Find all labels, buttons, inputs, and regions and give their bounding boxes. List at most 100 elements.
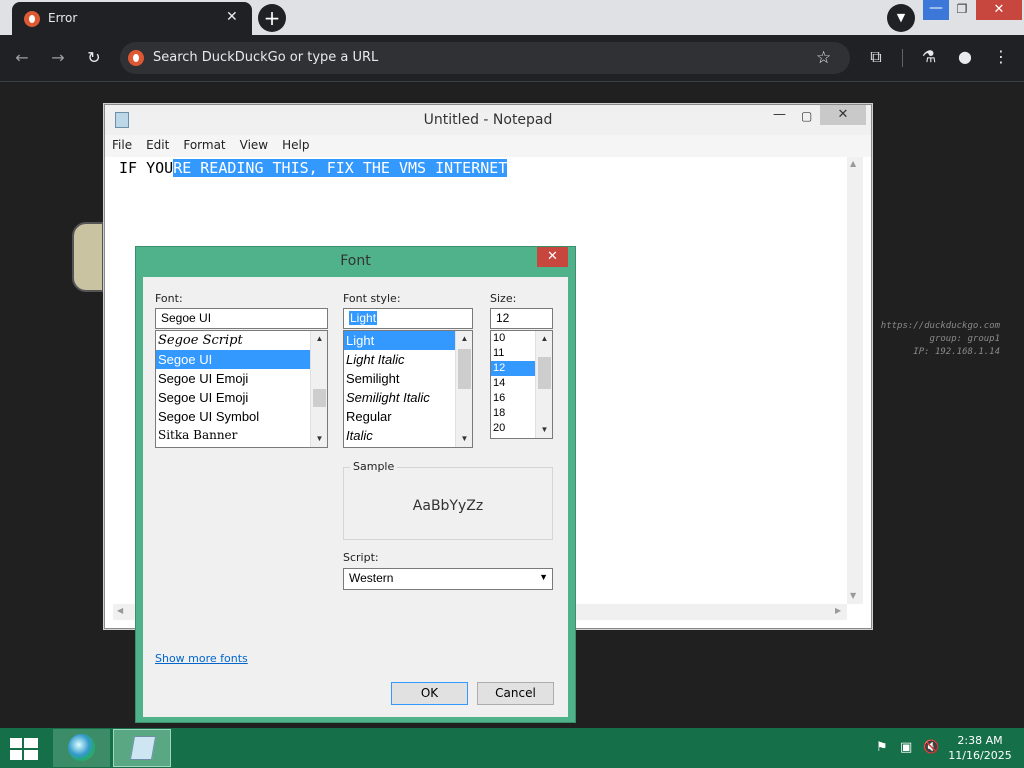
- omnibox-placeholder: Search DuckDuckGo or type a URL: [153, 50, 379, 65]
- browser-toolbar: ← → ↻ Search DuckDuckGo or type a URL ☆ …: [0, 35, 1024, 82]
- ok-button[interactable]: OK: [391, 682, 468, 705]
- address-bar[interactable]: Search DuckDuckGo or type a URL ☆: [120, 42, 850, 74]
- scroll-thumb[interactable]: [458, 349, 471, 389]
- cancel-button[interactable]: Cancel: [477, 682, 554, 705]
- font-list-item-selected[interactable]: Segoe UI: [156, 350, 327, 369]
- scroll-up-icon[interactable]: ▲: [536, 332, 552, 346]
- extensions-icon[interactable]: ⧉: [866, 49, 886, 65]
- close-icon: ✕: [547, 249, 558, 264]
- tab-close-icon[interactable]: ✕: [226, 9, 238, 25]
- style-list-item-selected[interactable]: Light: [344, 331, 472, 350]
- menu-edit[interactable]: Edit: [139, 135, 176, 152]
- bginfo-panel: https://duckduckgo.com group: group1 IP:…: [881, 320, 1000, 359]
- font-list-scrollbar[interactable]: ▲ ▼: [310, 331, 327, 447]
- menu-view[interactable]: View: [233, 135, 275, 152]
- desktop-recycle-bin-icon[interactable]: [72, 222, 104, 292]
- style-list-item[interactable]: Italic: [344, 426, 472, 445]
- size-list[interactable]: 10 11 12 14 16 18 20 ▲ ▼: [490, 330, 553, 439]
- windows-pane: [24, 750, 38, 760]
- new-tab-button[interactable]: +: [258, 4, 286, 32]
- size-input[interactable]: 12: [490, 308, 553, 329]
- bginfo-ip: IP: 192.168.1.14: [913, 347, 1000, 357]
- font-list-item[interactable]: Sitka Banner: [156, 426, 327, 445]
- browser-close-button[interactable]: ✕: [976, 0, 1022, 20]
- taskbar: ⚑ ▣ 🔇 2:38 AM 11/16/2025: [0, 728, 1024, 768]
- bginfo-url: https://duckduckgo.com: [880, 321, 1000, 331]
- labs-flask-icon[interactable]: ⚗: [919, 49, 939, 65]
- taskbar-notepad-app[interactable]: [113, 729, 171, 767]
- font-name-input[interactable]: Segoe UI: [155, 308, 328, 329]
- forward-icon[interactable]: →: [48, 50, 68, 66]
- scroll-down-icon[interactable]: ▼: [536, 423, 552, 437]
- scroll-up-icon[interactable]: ▲: [311, 332, 327, 346]
- style-list-item[interactable]: Light Italic: [344, 350, 472, 369]
- notepad-maximize-icon[interactable]: ▢: [801, 109, 812, 123]
- font-style-input[interactable]: Light: [343, 308, 473, 329]
- windows-pane: [10, 750, 22, 760]
- font-list-item[interactable]: Segoe Script: [156, 331, 327, 350]
- size-label: Size:: [490, 292, 517, 305]
- selected-text: RE READING THIS, FIX THE VMS INTERNET: [173, 159, 508, 177]
- notepad-minimize-icon[interactable]: —: [773, 107, 786, 122]
- script-select[interactable]: Western ▼: [343, 568, 553, 590]
- font-dialog-close-button[interactable]: ✕: [537, 247, 568, 267]
- font-list-item[interactable]: Segoe UI Symbol: [156, 407, 327, 426]
- font-style-list[interactable]: Light Light Italic Semilight Semilight I…: [343, 330, 473, 448]
- script-label: Script:: [343, 551, 379, 564]
- browser-tab[interactable]: Error ✕: [12, 2, 252, 35]
- menu-help[interactable]: Help: [275, 135, 316, 152]
- font-style-value: Light: [349, 311, 378, 325]
- font-dialog-body: Font: Segoe UI Segoe Script Segoe UI Seg…: [143, 277, 568, 717]
- font-list-item[interactable]: Segoe UI Emoji: [156, 388, 327, 407]
- clock-date: 11/16/2025: [948, 749, 1012, 762]
- menu-kebab-icon[interactable]: ⋮: [991, 49, 1011, 65]
- notepad-title-bar[interactable]: Untitled - Notepad — ▢ ✕: [105, 105, 871, 135]
- back-icon[interactable]: ←: [12, 50, 32, 66]
- scroll-down-icon[interactable]: ▼: [456, 432, 472, 446]
- notepad-vertical-scrollbar[interactable]: ▲ ▼: [847, 157, 863, 604]
- restore-icon: ❐: [956, 2, 968, 16]
- scroll-up-icon[interactable]: ▲: [456, 332, 472, 346]
- windows-pane: [24, 738, 38, 748]
- minimize-button[interactable]: —: [923, 0, 949, 20]
- scroll-down-icon[interactable]: ▼: [850, 591, 856, 600]
- font-dialog-title[interactable]: Font: [136, 247, 575, 275]
- plus-icon: +: [263, 6, 281, 30]
- show-more-fonts-link[interactable]: Show more fonts: [155, 652, 248, 665]
- style-list-scrollbar[interactable]: ▲ ▼: [455, 331, 472, 447]
- tab-title: Error: [48, 11, 78, 25]
- script-value: Western: [349, 571, 394, 585]
- notepad-close-button[interactable]: ✕: [820, 105, 866, 125]
- minimize-icon: —: [929, 0, 943, 16]
- scroll-thumb[interactable]: [538, 357, 551, 389]
- browser-tab-strip: Error ✕ + ▼ — ❐ ✕: [0, 0, 1024, 35]
- bookmark-star-icon[interactable]: ☆: [816, 48, 831, 68]
- style-list-item[interactable]: Semilight Italic: [344, 388, 472, 407]
- network-icon[interactable]: ▣: [900, 740, 912, 755]
- font-list[interactable]: Segoe Script Segoe UI Segoe UI Emoji Seg…: [155, 330, 328, 448]
- tab-search-button[interactable]: ▼: [887, 4, 915, 32]
- chrome-icon: [68, 734, 95, 761]
- profile-icon[interactable]: ●: [955, 49, 975, 65]
- flag-icon[interactable]: ⚑: [876, 740, 888, 755]
- scroll-right-icon[interactable]: ▶: [835, 606, 841, 615]
- style-list-item[interactable]: Regular: [344, 407, 472, 426]
- menu-file[interactable]: File: [105, 135, 139, 152]
- scroll-left-icon[interactable]: ◀: [117, 606, 123, 615]
- sample-label: Sample: [350, 460, 398, 473]
- scroll-up-icon[interactable]: ▲: [850, 159, 856, 168]
- close-icon: ✕: [993, 2, 1005, 17]
- taskbar-browser-app[interactable]: [53, 729, 110, 767]
- menu-format[interactable]: Format: [176, 135, 232, 152]
- taskbar-clock[interactable]: 2:38 AM 11/16/2025: [944, 733, 1016, 763]
- style-list-item[interactable]: Semilight: [344, 369, 472, 388]
- reload-icon[interactable]: ↻: [84, 50, 104, 66]
- windows-pane: [10, 738, 22, 748]
- size-list-scrollbar[interactable]: ▲ ▼: [535, 331, 552, 438]
- font-list-item[interactable]: Segoe UI Emoji: [156, 369, 327, 388]
- scroll-thumb[interactable]: [313, 389, 326, 407]
- restore-button[interactable]: ❐: [951, 0, 973, 20]
- scroll-down-icon[interactable]: ▼: [311, 432, 327, 446]
- speaker-muted-icon[interactable]: 🔇: [923, 740, 939, 755]
- start-windows-icon[interactable]: [10, 738, 38, 760]
